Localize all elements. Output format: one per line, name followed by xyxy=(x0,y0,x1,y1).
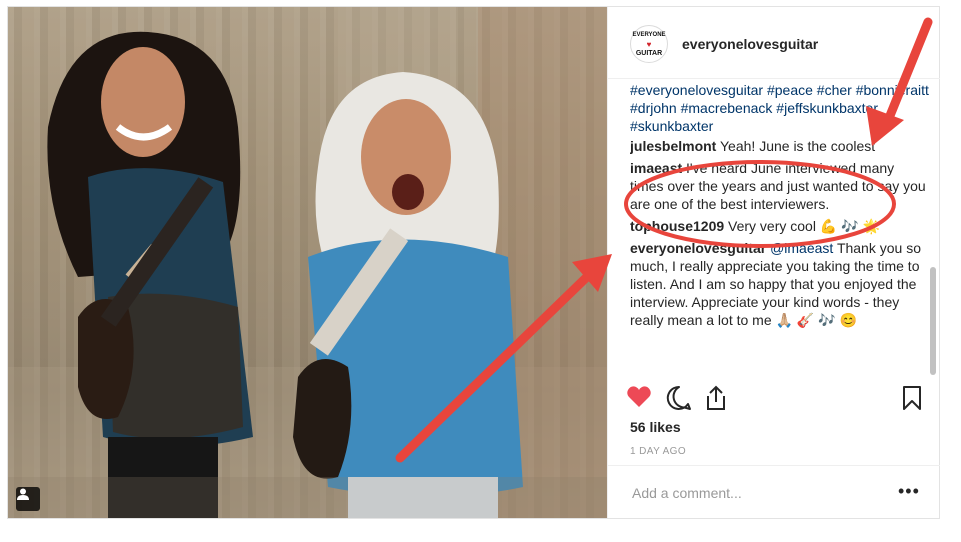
comment: tophouse1209 Very very cool 💪 🎶 🌟 xyxy=(630,217,930,235)
avatar-text-bottom: GUITAR xyxy=(635,49,663,57)
user-tag-button[interactable] xyxy=(16,487,40,511)
post-header: EVERYONE ♥ GUITAR everyonelovesguitar xyxy=(608,7,940,79)
comment: everyonelovesguitar @imaeast Thank you s… xyxy=(630,239,930,329)
post-username[interactable]: everyonelovesguitar xyxy=(682,36,818,52)
comments-list[interactable]: #everyonelovesguitar #peace #cher #bonni… xyxy=(630,81,930,381)
instagram-post-card: EVERYONE ♥ GUITAR everyonelovesguitar #e… xyxy=(7,6,940,519)
heart-icon[interactable] xyxy=(626,385,652,414)
add-comment-input[interactable] xyxy=(630,482,884,504)
avatar-heart: ♥ xyxy=(646,39,652,49)
avatar[interactable]: EVERYONE ♥ GUITAR xyxy=(630,25,668,63)
comment: imaeast I've heard June interviewed many… xyxy=(630,159,930,213)
comment-username[interactable]: tophouse1209 xyxy=(630,218,724,234)
comment: julesbelmont Yeah! June is the coolest xyxy=(630,137,930,155)
comment-text: Very very cool 💪 🎶 🌟 xyxy=(728,218,880,234)
likes-count[interactable]: 56 likes xyxy=(630,419,681,435)
hashtags[interactable]: #everyonelovesguitar #peace #cher #bonni… xyxy=(630,81,930,135)
comment-username[interactable]: julesbelmont xyxy=(630,138,716,154)
photo-illustration xyxy=(8,7,607,518)
comment-composer: ••• xyxy=(608,465,940,518)
post-time[interactable]: 1 DAY AGO xyxy=(630,446,686,457)
comment-username[interactable]: imaeast xyxy=(630,160,682,176)
user-tag-icon xyxy=(17,488,29,500)
comments-scrollbar[interactable] xyxy=(929,81,937,381)
bookmark-icon[interactable] xyxy=(902,385,922,416)
action-bar xyxy=(624,383,924,417)
scrollbar-thumb[interactable] xyxy=(930,267,936,375)
comment-icon[interactable] xyxy=(666,385,692,416)
more-options-button[interactable]: ••• xyxy=(898,481,920,502)
comment-text: Yeah! June is the coolest xyxy=(720,138,876,154)
comment-mention[interactable]: @imaeast xyxy=(770,240,833,256)
comment-username[interactable]: everyonelovesguitar xyxy=(630,240,766,256)
post-photo[interactable] xyxy=(8,7,607,518)
avatar-text-top: EVERYONE xyxy=(632,31,666,38)
share-icon[interactable] xyxy=(704,385,728,416)
post-sidebar: EVERYONE ♥ GUITAR everyonelovesguitar #e… xyxy=(607,7,940,518)
